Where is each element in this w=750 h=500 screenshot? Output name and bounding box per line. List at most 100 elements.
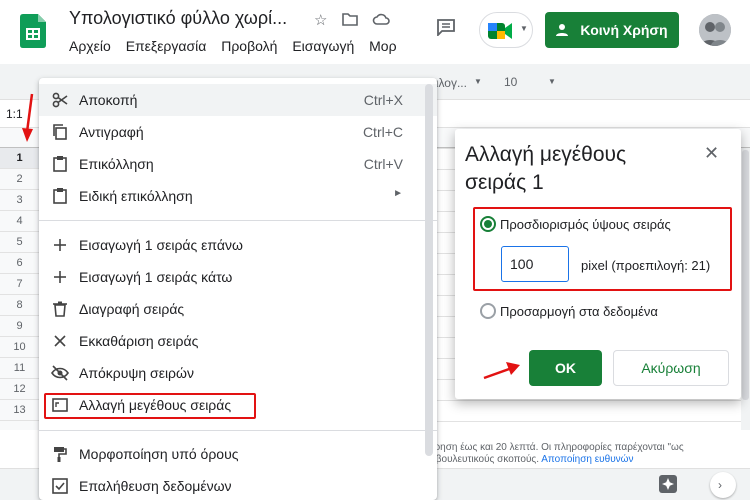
person-add-icon bbox=[556, 24, 569, 36]
move-folder-icon[interactable] bbox=[342, 12, 358, 26]
cancel-button[interactable]: Ακύρωση bbox=[613, 350, 729, 386]
menu-item-label: Εκκαθάριση σειράς bbox=[79, 333, 199, 349]
row-header-2[interactable]: 2 bbox=[0, 169, 40, 190]
menu-item-clear-row[interactable]: Εκκαθάριση σειράς bbox=[39, 325, 437, 357]
user-photo-icon bbox=[699, 14, 731, 46]
font-size-select[interactable]: 10 bbox=[498, 72, 546, 94]
menu-item-data-validation[interactable]: Επαλήθευση δεδομένων bbox=[39, 470, 437, 500]
collapse-button[interactable]: › bbox=[710, 472, 736, 498]
paste-icon bbox=[53, 156, 67, 172]
row-headers: 1 2 3 4 5 6 7 8 9 10 11 12 13 bbox=[0, 148, 40, 421]
row-header-3[interactable]: 3 bbox=[0, 190, 40, 211]
star-icon[interactable]: ☆ bbox=[314, 11, 327, 29]
ok-button[interactable]: OK bbox=[529, 350, 602, 386]
disclaimer-text: έρηση έως και 20 λεπτά. Οι πληροφορίες π… bbox=[430, 442, 684, 453]
radio-specify-height[interactable] bbox=[480, 216, 496, 232]
close-icon[interactable]: ✕ bbox=[704, 143, 719, 164]
trash-icon bbox=[53, 301, 67, 317]
row-header-13[interactable]: 13 bbox=[0, 400, 40, 421]
row-header-4[interactable]: 4 bbox=[0, 211, 40, 232]
share-button[interactable]: Κοινή Χρήση bbox=[545, 12, 679, 48]
meet-button[interactable]: ▼ bbox=[479, 12, 533, 48]
menu-item-label: Εισαγωγή 1 σειράς κάτω bbox=[79, 269, 233, 285]
eye-off-icon bbox=[51, 365, 69, 381]
context-menu: Αποκοπή Ctrl+X Αντιγραφή Ctrl+C Επικόλλη… bbox=[39, 78, 437, 500]
row-header-12[interactable]: 12 bbox=[0, 379, 40, 400]
row-header-5[interactable]: 5 bbox=[0, 232, 40, 253]
menu-item-cut[interactable]: Αποκοπή Ctrl+X bbox=[39, 84, 437, 116]
menu-bar: Αρχείο Επεξεργασία Προβολή Εισαγωγή Μορ bbox=[69, 38, 408, 54]
menu-item-paste-special[interactable]: Ειδική επικόλληση ► bbox=[39, 180, 437, 212]
chevron-right-icon: › bbox=[718, 478, 722, 492]
menu-item-copy[interactable]: Αντιγραφή Ctrl+C bbox=[39, 116, 437, 148]
context-menu-scrollbar[interactable] bbox=[425, 84, 433, 456]
dialog-title: Αλλαγή μεγέθους σειράς 1 bbox=[465, 143, 627, 194]
chevron-down-icon: ▼ bbox=[520, 24, 528, 33]
explore-icon[interactable] bbox=[658, 474, 678, 494]
plus-icon bbox=[54, 271, 66, 283]
row-header-6[interactable]: 6 bbox=[0, 253, 40, 274]
menu-format[interactable]: Μορ bbox=[369, 38, 396, 54]
disclaimer-text-2: μβουλευτικούς σκοπούς. Αποποίηση ευθυνών bbox=[430, 454, 633, 465]
menu-item-conditional-formatting[interactable]: Μορφοποίηση υπό όρους bbox=[39, 438, 437, 470]
app-header: Υπολογιστικό φύλλο χωρί... ☆ Αρχείο Επεξ… bbox=[0, 0, 750, 64]
menu-insert[interactable]: Εισαγωγή bbox=[292, 38, 354, 54]
menu-file[interactable]: Αρχείο bbox=[69, 38, 111, 54]
row-header-10[interactable]: 10 bbox=[0, 337, 40, 358]
meet-icon bbox=[488, 23, 512, 39]
row-header-1[interactable]: 1 bbox=[0, 148, 40, 169]
document-title[interactable]: Υπολογιστικό φύλλο χωρί... bbox=[69, 8, 287, 29]
menu-item-label: Αποκοπή bbox=[79, 92, 138, 108]
menu-item-label: Μορφοποίηση υπό όρους bbox=[79, 446, 239, 462]
validation-icon bbox=[52, 478, 68, 494]
option-specify-label: Προσδιορισμός ύψους σειράς bbox=[500, 217, 671, 232]
row-height-input[interactable]: 100 bbox=[501, 246, 569, 282]
format-icon bbox=[54, 447, 67, 462]
shortcut-text: Ctrl+X bbox=[363, 92, 403, 108]
scissors-icon bbox=[52, 92, 68, 108]
menu-item-label: Απόκρυψη σειρών bbox=[79, 365, 194, 381]
cloud-saved-icon[interactable] bbox=[372, 12, 390, 26]
menu-item-insert-row-above[interactable]: Εισαγωγή 1 σειράς επάνω bbox=[39, 229, 437, 261]
menu-item-label: Εισαγωγή 1 σειράς επάνω bbox=[79, 237, 243, 253]
menu-item-label: Αντιγραφή bbox=[79, 124, 144, 140]
menu-item-label: Διαγραφή σειράς bbox=[79, 301, 185, 317]
vertical-scrollbar[interactable] bbox=[741, 148, 750, 430]
menu-item-hide-rows[interactable]: Απόκρυψη σειρών bbox=[39, 357, 437, 389]
annotation-arrow-icon bbox=[22, 93, 34, 142]
menu-divider bbox=[39, 430, 437, 431]
menu-view[interactable]: Προβολή bbox=[221, 38, 277, 54]
row-header-9[interactable]: 9 bbox=[0, 316, 40, 337]
radio-fit-to-data[interactable] bbox=[480, 303, 496, 319]
disclaimer-link[interactable]: Αποποίηση ευθυνών bbox=[541, 454, 633, 465]
name-box-value: 1:1 bbox=[6, 107, 23, 121]
row-header-11[interactable]: 11 bbox=[0, 358, 40, 379]
highlight-box bbox=[44, 393, 256, 419]
row-header-8[interactable]: 8 bbox=[0, 295, 40, 316]
scrollbar-thumb[interactable] bbox=[742, 150, 749, 400]
menu-item-paste[interactable]: Επικόλληση Ctrl+V bbox=[39, 148, 437, 180]
close-icon bbox=[54, 335, 66, 347]
menu-edit[interactable]: Επεξεργασία bbox=[126, 38, 207, 54]
paste-special-icon bbox=[53, 188, 67, 204]
shortcut-text: Ctrl+V bbox=[363, 156, 403, 172]
menu-item-delete-row[interactable]: Διαγραφή σειράς bbox=[39, 293, 437, 325]
chevron-down-icon[interactable]: ▼ bbox=[548, 77, 556, 86]
copy-icon bbox=[53, 124, 67, 140]
menu-divider bbox=[39, 220, 437, 221]
annotation-arrow-icon bbox=[483, 362, 520, 380]
menu-item-label: Ειδική επικόλληση bbox=[79, 188, 193, 204]
chevron-down-icon[interactable]: ▼ bbox=[474, 77, 482, 86]
shortcut-text: Ctrl+C bbox=[362, 124, 403, 140]
avatar[interactable] bbox=[699, 14, 731, 46]
menu-item-label: Επαλήθευση δεδομένων bbox=[79, 478, 232, 494]
submenu-arrow-icon: ► bbox=[393, 188, 403, 199]
pixel-hint: pixel (προεπιλογή: 21) bbox=[581, 258, 711, 273]
sheets-logo-icon[interactable] bbox=[20, 14, 46, 48]
menu-item-label: Επικόλληση bbox=[79, 156, 154, 172]
comment-icon[interactable] bbox=[436, 18, 456, 36]
option-fit-label: Προσαρμογή στα δεδομένα bbox=[500, 304, 658, 319]
share-button-label: Κοινή Χρήση bbox=[580, 22, 668, 38]
row-header-7[interactable]: 7 bbox=[0, 274, 40, 295]
menu-item-insert-row-below[interactable]: Εισαγωγή 1 σειράς κάτω bbox=[39, 261, 437, 293]
